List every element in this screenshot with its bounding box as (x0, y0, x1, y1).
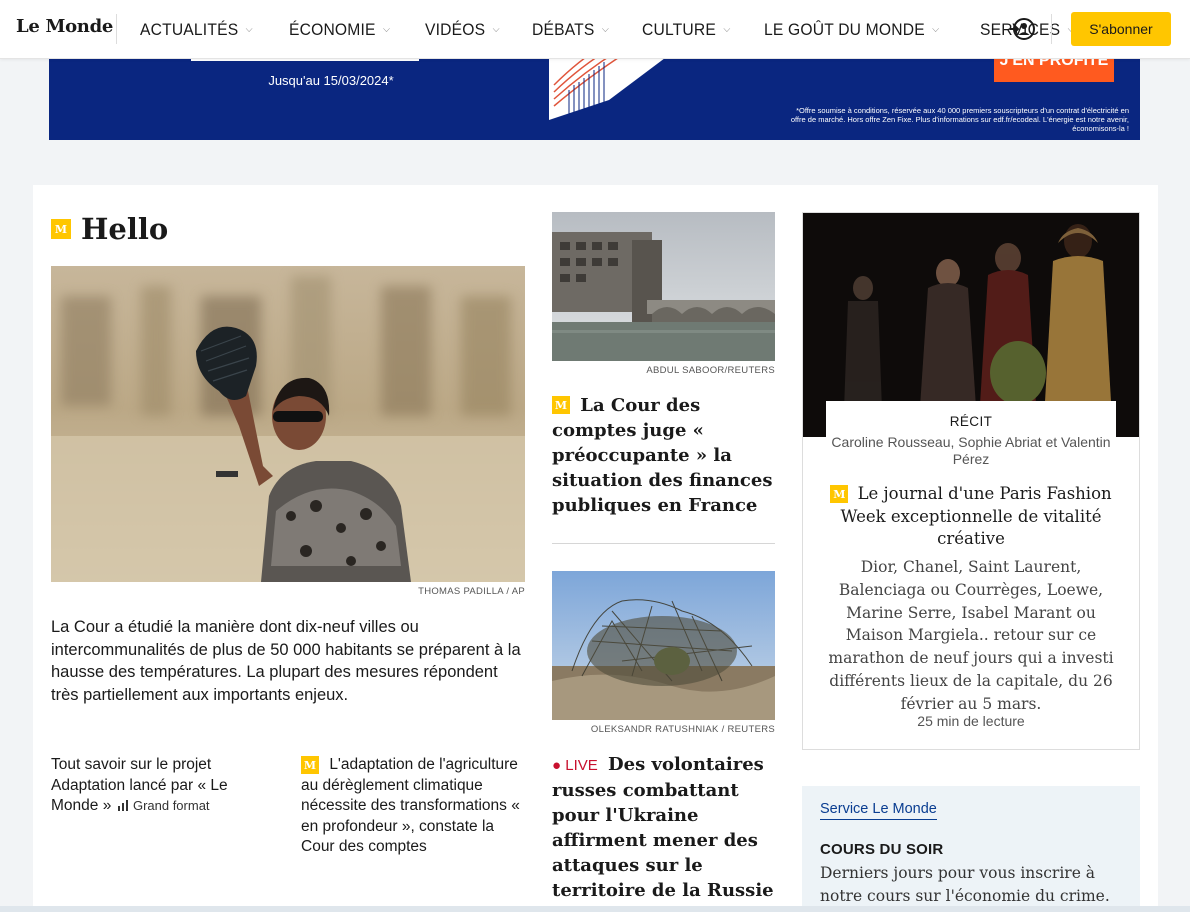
story-authors[interactable]: Caroline Rousseau, Sophie Abriat et Vale… (826, 434, 1116, 468)
header-divider (1051, 14, 1052, 44)
nav-label: VIDÉOS (424, 19, 485, 39)
chevron-down-icon: ⌵ (722, 24, 731, 35)
nav-item-gout-du-monde[interactable]: LE GOÛT DU MONDE ⌵ (764, 20, 939, 40)
nav-label: DÉBATS (531, 19, 595, 39)
service-text: Derniers jours pour vous inscrire à notr… (820, 864, 1110, 905)
fashion-story-card[interactable]: RÉCIT Caroline Rousseau, Sophie Abriat e… (802, 212, 1140, 750)
related-link-text: L'adaptation de l'agriculture au dérègle… (301, 756, 520, 855)
headline-text: Des volontaires russes combattant pour l… (552, 754, 774, 901)
nav-item-videos[interactable]: VIDÉOS ⌵ (425, 20, 500, 40)
grand-format-tag: Grand format (132, 798, 210, 813)
main-story-lede[interactable]: La Cour a étudié la manière dont dix-neu… (51, 616, 521, 706)
photo-credit: THOMAS PADILLA / AP (418, 586, 525, 597)
chevron-down-icon: ⌵ (382, 24, 390, 35)
ukraine-story-photo[interactable] (552, 571, 775, 720)
chevron-down-icon: ⌵ (492, 24, 500, 35)
nav-item-economie[interactable]: ÉCONOMIE ⌵ (289, 20, 390, 40)
fashion-story-description: Dior, Chanel, Saint Laurent, Balenciaga … (828, 558, 1114, 713)
subscribe-button[interactable]: S'abonner (1071, 12, 1171, 46)
nav-item-culture[interactable]: CULTURE ⌵ (642, 20, 731, 40)
nav-label: ACTUALITÉS (140, 19, 239, 39)
title-text: Le journal d'une Paris Fashion Week exce… (840, 484, 1112, 548)
service-promo-card[interactable]: Service Le Monde COURS DU SOIR Derniers … (802, 786, 1140, 912)
live-label: LIVE (565, 757, 598, 774)
main-nav: ACTUALITÉS ⌵ ÉCONOMIE ⌵ VIDÉOS ⌵ DÉBATS ⌵ CU… (140, 0, 1109, 59)
finance-story-photo[interactable] (552, 212, 775, 361)
fashion-story-title[interactable]: Le journal d'une Paris Fashion Week exce… (821, 483, 1121, 551)
nav-item-actualites[interactable]: ACTUALITÉS ⌵ (140, 20, 253, 40)
site-logo[interactable]: Le Monde (16, 16, 113, 37)
nav-item-debats[interactable]: DÉBATS ⌵ (532, 20, 609, 40)
story-meta-box: RÉCIT Caroline Rousseau, Sophie Abriat e… (826, 401, 1116, 481)
nav-label: ÉCONOMIE (288, 19, 376, 39)
site-header: Le Monde ACTUALITÉS ⌵ ÉCONOMIE ⌵ VIDÉOS ⌵ D… (0, 0, 1190, 59)
chevron-down-icon: ⌵ (245, 24, 253, 35)
photo-credit: OLEKSANDR RATUSHNIAK / REUTERS (590, 724, 775, 735)
subscriber-m-icon (301, 755, 319, 774)
bar-chart-icon (117, 800, 128, 811)
subscriber-m-icon (51, 219, 71, 239)
news-section: Hello THOMAS (33, 185, 1158, 912)
column-divider (552, 543, 775, 544)
live-badge: ● LIVE (552, 757, 598, 774)
photo-credit: ABDUL SABOOR/REUTERS (646, 365, 775, 376)
headline-text: La Cour des comptes juge « préoccupante … (552, 395, 773, 516)
service-title: COURS DU SOIR (820, 841, 944, 858)
story-kicker: RÉCIT (949, 414, 993, 429)
logo-divider (116, 14, 117, 44)
finance-story-headline[interactable]: La Cour des comptes juge « préoccupante … (552, 393, 775, 518)
main-story-photo[interactable] (51, 266, 525, 582)
subscriber-m-icon (552, 396, 570, 414)
related-link-agriculture[interactable]: L'adaptation de l'agriculture au dérègle… (301, 755, 526, 858)
nav-label: LE GOÛT DU MONDE (763, 19, 925, 39)
ad-date: Jusqu'au 15/03/2024* (268, 73, 394, 88)
login-icon[interactable] (1009, 16, 1035, 42)
ad-legal-text: *Offre soumise à conditions, réservée au… (790, 106, 1129, 133)
main-story-title[interactable]: Hello (81, 212, 168, 246)
ukraine-story-headline[interactable]: ● LIVE Des volontaires russes combattant… (552, 752, 775, 903)
section-heading: Hello (51, 212, 168, 246)
page-bottom-strip (0, 906, 1190, 912)
subscriber-m-icon (830, 485, 849, 503)
chevron-down-icon: ⌵ (931, 24, 940, 35)
read-time: 25 min de lecture (917, 713, 1025, 729)
related-link-adaptation[interactable]: Tout savoir sur le projet Adaptation lan… (51, 755, 271, 817)
chevron-down-icon: ⌵ (601, 24, 609, 35)
nav-label: CULTURE (641, 19, 716, 39)
service-label[interactable]: Service Le Monde (820, 801, 937, 820)
